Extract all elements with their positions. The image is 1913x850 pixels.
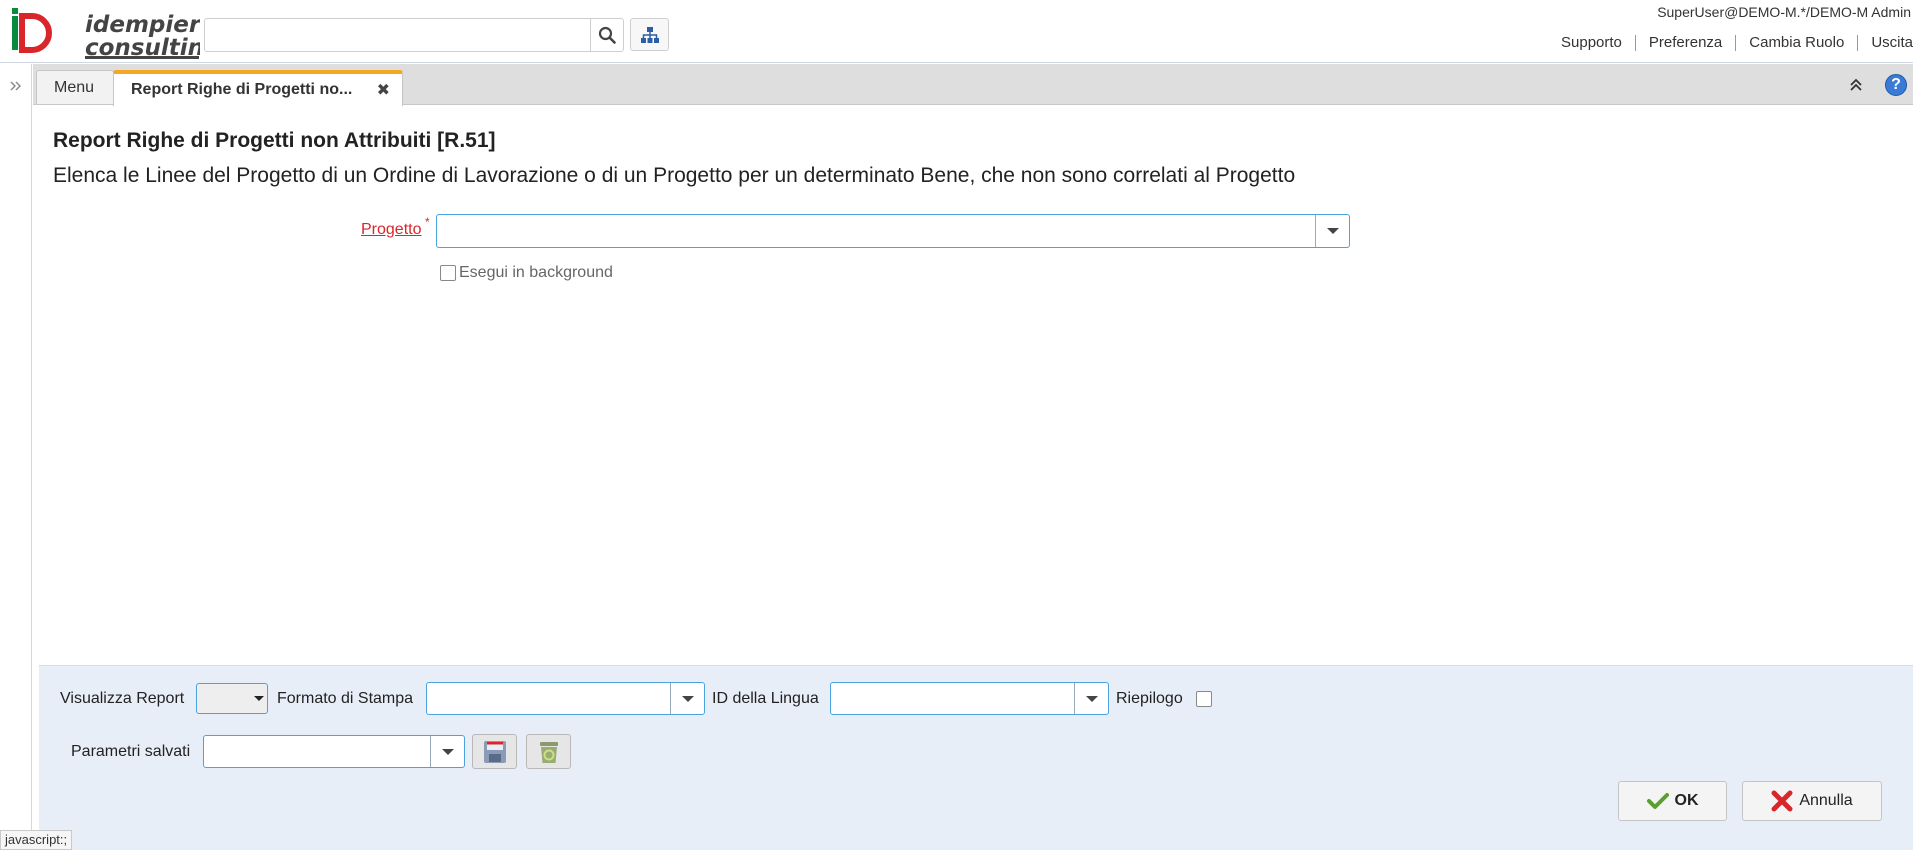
view-report-label: Visualizza Report (60, 690, 185, 707)
tab-menu[interactable]: Menu (36, 70, 114, 104)
project-dropdown-button[interactable] (1315, 215, 1349, 247)
tab-report-label: Report Righe di Progetti no... (131, 81, 353, 98)
idempiere-logo[interactable]: idempiere consulting (10, 8, 220, 61)
sitemap-icon (640, 26, 659, 43)
header-links: Supporto Preferenza Cambia Ruolo Uscita (1548, 34, 1913, 51)
process-title: Report Righe di Progetti non Attribuiti … (53, 129, 496, 152)
project-field-label[interactable]: Progetto (361, 221, 421, 239)
expand-panel-icon[interactable] (8, 78, 24, 94)
background-label: Esegui in background (459, 264, 613, 281)
save-params-button[interactable] (472, 734, 517, 769)
user-role-label: SuperUser@DEMO-M.*/DEMO-M Admin (1657, 4, 1911, 20)
ok-button[interactable]: OK (1618, 781, 1727, 821)
support-link[interactable]: Supporto (1548, 34, 1635, 51)
header-bar: idempiere consulting SuperUser@DEMO-M.*/… (0, 0, 1913, 63)
saved-params-combobox[interactable] (203, 735, 465, 768)
floppy-disk-icon (483, 740, 506, 763)
summary-checkbox[interactable] (1196, 691, 1212, 707)
search-icon (598, 26, 616, 44)
language-dropdown-button[interactable] (1074, 683, 1108, 714)
project-combobox[interactable] (436, 214, 1350, 248)
language-label: ID della Lingua (712, 690, 819, 707)
preference-link[interactable]: Preferenza (1636, 34, 1735, 51)
print-format-dropdown-button[interactable] (670, 683, 704, 714)
chevron-down-icon (681, 695, 694, 702)
cancel-x-icon (1771, 790, 1793, 812)
close-icon[interactable]: ✖ (377, 80, 390, 100)
search-button[interactable] (590, 19, 623, 51)
logo-icon: idempiere consulting (12, 8, 220, 61)
language-combobox[interactable] (830, 682, 1109, 715)
chevron-down-icon (254, 696, 264, 701)
recycle-bin-icon (539, 741, 558, 763)
tab-report-active[interactable]: Report Righe di Progetti no... ✖ (113, 70, 403, 106)
logout-link[interactable]: Uscita (1858, 34, 1913, 51)
checkmark-icon (1646, 793, 1669, 809)
ok-button-label: OK (1674, 792, 1699, 809)
saved-params-dropdown-button[interactable] (430, 736, 464, 767)
collapse-up-icon[interactable] (1847, 76, 1865, 94)
chevron-down-icon (1085, 695, 1098, 702)
print-format-label: Formato di Stampa (277, 690, 414, 707)
process-description: Elenca le Linee del Progetto di un Ordin… (53, 164, 1296, 187)
tab-menu-label: Menu (54, 78, 95, 96)
help-icon[interactable]: ? (1885, 74, 1907, 96)
left-collapsed-panel (0, 64, 32, 850)
chevron-down-icon (441, 748, 454, 755)
summary-label: Riepilogo (1116, 690, 1183, 707)
chevron-down-icon (1326, 228, 1339, 234)
menu-tree-button[interactable] (630, 18, 669, 51)
saved-params-label: Parametri salvati (71, 743, 191, 760)
tab-bar: Menu Report Righe di Progetti no... ✖ ? (33, 64, 1913, 106)
required-marker: * (425, 215, 430, 229)
delete-params-button[interactable] (526, 734, 571, 769)
status-hint: javascript:; (0, 830, 73, 850)
change-role-link[interactable]: Cambia Ruolo (1736, 34, 1857, 51)
cancel-button[interactable]: Annulla (1742, 781, 1882, 821)
global-search-input[interactable] (204, 18, 624, 52)
view-report-select[interactable] (196, 683, 268, 714)
print-format-combobox[interactable] (426, 682, 705, 715)
cancel-button-label: Annulla (1799, 792, 1853, 809)
background-checkbox[interactable] (440, 265, 456, 281)
